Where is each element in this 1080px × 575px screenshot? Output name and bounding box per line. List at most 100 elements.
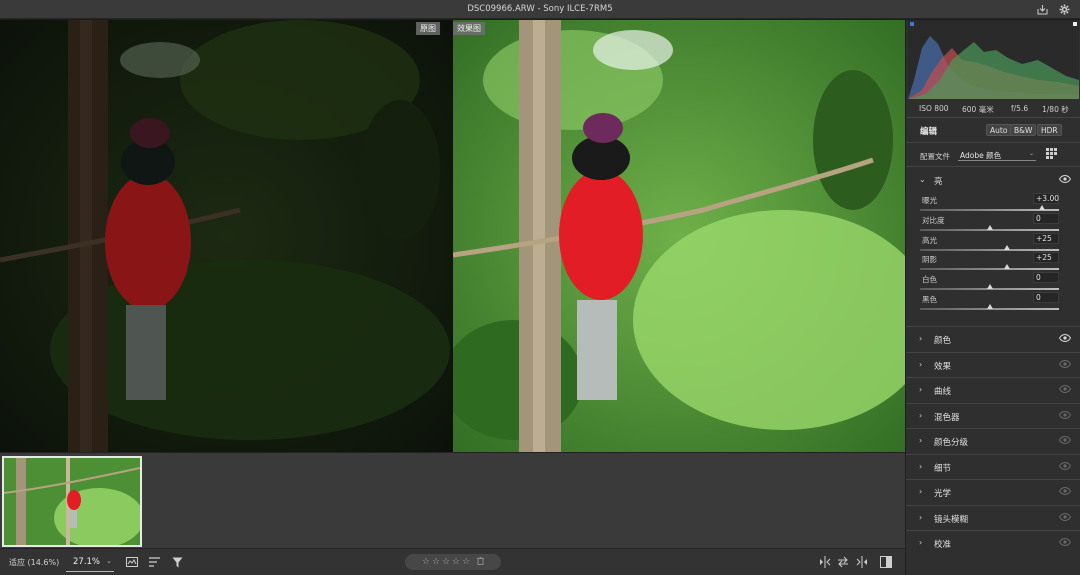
slider-handle[interactable]: [1038, 205, 1045, 210]
section-header[interactable]: › 混色器: [906, 404, 1080, 428]
swap-right-icon[interactable]: [855, 555, 869, 569]
section-header[interactable]: › 曲线: [906, 378, 1080, 402]
star-icon[interactable]: ☆: [422, 557, 430, 567]
hdr-button[interactable]: HDR: [1037, 124, 1062, 136]
slider-label: 阴影: [922, 255, 937, 265]
slider-row[interactable]: 阴影 +25: [920, 252, 1059, 273]
slider-label: 黑色: [922, 295, 937, 304]
bw-button[interactable]: B&W: [1010, 124, 1037, 136]
filter-icon[interactable]: [170, 555, 184, 569]
slider-label: 高光: [922, 235, 937, 245]
section-header[interactable]: › 颜色分级: [906, 429, 1080, 453]
section-label: 效果: [934, 361, 952, 372]
slider-value-input[interactable]: 0: [1033, 272, 1059, 284]
compare-viewer[interactable]: 原图 效果图: [0, 20, 905, 452]
visibility-eye-icon[interactable]: [1058, 333, 1072, 344]
slider-row[interactable]: 对比度 0: [920, 212, 1059, 234]
exif-shutter: 1/80 秒: [1042, 105, 1069, 114]
section-header[interactable]: › 效果: [906, 353, 1080, 377]
sort-icon[interactable]: [148, 555, 162, 569]
section-light-header[interactable]: ⌄ 亮: [906, 168, 1080, 192]
visibility-eye-icon[interactable]: [1058, 486, 1072, 497]
section-header[interactable]: › 镜头模糊: [906, 506, 1080, 530]
visibility-eye-icon[interactable]: [1058, 384, 1072, 395]
section-header[interactable]: › 颜色: [906, 327, 1080, 351]
star-icon[interactable]: ☆: [432, 557, 440, 567]
slider-handle[interactable]: [1003, 244, 1010, 250]
chevron-down-icon: ⌄: [1028, 150, 1034, 157]
filmstrip-thumbnail[interactable]: [2, 456, 142, 547]
slider-track[interactable]: [920, 268, 1059, 271]
before-label[interactable]: 原图: [416, 22, 440, 35]
after-label[interactable]: 效果图: [453, 22, 485, 35]
chevron-down-icon: ⌄: [106, 557, 112, 565]
zoom-value: 27.1%: [73, 557, 101, 567]
bottom-toolbar: 适应 (14.6%) 27.1% ⌄ ☆ ☆ ☆ ☆ ☆: [0, 548, 905, 575]
divider: [906, 166, 1080, 167]
swap-left-icon[interactable]: [818, 555, 832, 569]
zoom-select[interactable]: 27.1% ⌄: [66, 552, 114, 572]
chevron-right-icon: ›: [919, 512, 923, 522]
slider-label: 对比度: [922, 215, 945, 225]
slider-label: 白色: [922, 275, 937, 285]
slider-value-input[interactable]: 0: [1033, 292, 1059, 303]
slider-handle[interactable]: [1003, 264, 1010, 270]
divider: [906, 142, 1080, 143]
chevron-down-icon: ⌄: [919, 175, 926, 184]
split-view-icon[interactable]: [879, 555, 893, 569]
visibility-eye-icon[interactable]: [1058, 512, 1072, 523]
slider-handle[interactable]: [986, 304, 993, 309]
section-label: 颜色: [934, 336, 952, 346]
slider-handle[interactable]: [986, 284, 993, 290]
exif-iso: ISO 800: [919, 104, 949, 113]
edit-panel: ISO 800 600 毫米 f/5.6 1/80 秒 编辑 Auto B&W …: [905, 20, 1080, 575]
section-label: 混色器: [934, 412, 960, 423]
visibility-eye-icon[interactable]: [1058, 537, 1072, 548]
star-icon[interactable]: ☆: [442, 557, 450, 567]
slider-value-input[interactable]: 0: [1033, 212, 1059, 224]
slider-row[interactable]: 白色 0: [920, 272, 1059, 293]
profile-value: Adobe 颜色: [960, 151, 1002, 160]
star-rating[interactable]: ☆ ☆ ☆ ☆ ☆: [405, 554, 501, 570]
edit-title: 编辑: [920, 127, 938, 137]
exif-aperture: f/5.6: [1011, 104, 1029, 113]
trash-icon[interactable]: [477, 556, 485, 568]
chevron-right-icon: ›: [919, 410, 923, 420]
profile-browser-icon[interactable]: [1046, 148, 1057, 159]
slider-value-input[interactable]: +25: [1033, 252, 1059, 264]
slider-track[interactable]: [920, 248, 1059, 251]
slider-row[interactable]: 高光 +25: [920, 232, 1059, 254]
slider-row[interactable]: 黑色 0: [920, 292, 1059, 313]
slider-value-input[interactable]: +3.00: [1033, 193, 1059, 204]
before-photo: [0, 20, 452, 452]
star-icon[interactable]: ☆: [452, 557, 460, 567]
visibility-eye-icon[interactable]: [1058, 461, 1072, 472]
section-header[interactable]: › 校准: [906, 531, 1080, 555]
visibility-eye-icon[interactable]: [1058, 435, 1072, 446]
slider-label: 曝光: [922, 196, 937, 205]
slider-handle[interactable]: [986, 224, 993, 230]
visibility-eye-icon[interactable]: [1058, 359, 1072, 370]
export-icon[interactable]: [1036, 3, 1049, 16]
visibility-eye-icon[interactable]: [1058, 174, 1072, 185]
chevron-right-icon: ›: [919, 487, 923, 496]
slider-value-input[interactable]: +25: [1033, 232, 1059, 244]
histogram: [908, 20, 1079, 99]
auto-button[interactable]: Auto: [986, 124, 1012, 136]
section-header[interactable]: › 光学: [906, 480, 1080, 504]
profile-select[interactable]: Adobe 颜色 ⌄: [958, 147, 1036, 161]
title-bar: DSC09966.ARW - Sony ILCE-7RM5: [0, 0, 1080, 19]
swap-icon[interactable]: [836, 555, 850, 569]
window-title: DSC09966.ARW - Sony ILCE-7RM5: [467, 4, 613, 14]
slider-row[interactable]: 曝光 +3.00: [920, 193, 1059, 214]
settings-gear-icon[interactable]: [1058, 3, 1071, 16]
section-label: 颜色分级: [934, 438, 969, 448]
chevron-right-icon: ›: [919, 461, 923, 471]
star-icon[interactable]: ☆: [462, 557, 470, 567]
compare-icon[interactable]: [125, 555, 139, 569]
profile-label: 配置文件: [920, 152, 950, 161]
visibility-eye-icon[interactable]: [1058, 410, 1072, 421]
edit-header: 编辑 Auto B&W HDR: [906, 120, 1080, 142]
section-header[interactable]: › 细节: [906, 455, 1080, 479]
fit-zoom-option[interactable]: 适应 (14.6%): [9, 557, 59, 568]
